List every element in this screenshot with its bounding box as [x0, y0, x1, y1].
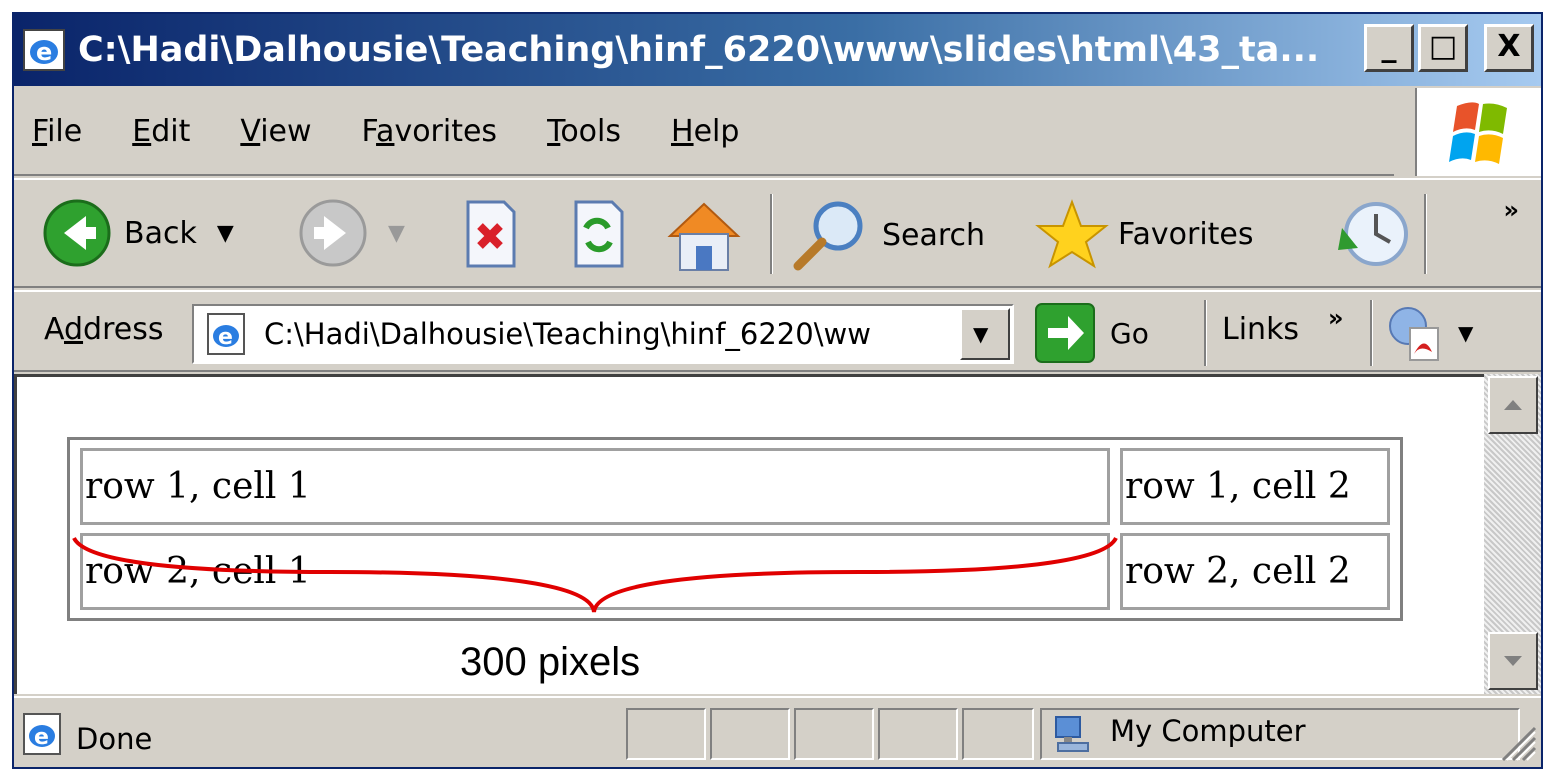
- table-cell: row 1, cell 2: [1120, 448, 1390, 525]
- close-button[interactable]: X: [1484, 24, 1534, 72]
- status-zone-pane: My Computer: [1040, 708, 1520, 760]
- page-icon: e: [207, 313, 245, 355]
- status-text: Done: [76, 722, 153, 756]
- toolbar-overflow-chevron[interactable]: »: [1503, 196, 1519, 224]
- browser-window: e C:\Hadi\Dalhousie\Teaching\hinf_6220\w…: [12, 12, 1543, 769]
- refresh-button[interactable]: [562, 198, 632, 270]
- table-cell: row 2, cell 1: [80, 533, 1110, 610]
- favorites-button[interactable]: Favorites: [1034, 198, 1254, 270]
- title-bar[interactable]: e C:\Hadi\Dalhousie\Teaching\hinf_6220\w…: [14, 14, 1541, 86]
- status-pane: [626, 708, 706, 760]
- windows-logo: [1415, 88, 1541, 176]
- table-row: row 2, cell 1 row 2, cell 2: [80, 533, 1390, 610]
- refresh-icon: [574, 200, 624, 268]
- status-pane: [794, 708, 874, 760]
- address-label: Address: [44, 312, 164, 347]
- favorites-star-icon: [1035, 199, 1109, 269]
- back-arrow-icon: [43, 199, 111, 267]
- svg-text:e: e: [36, 38, 52, 66]
- maximize-button[interactable]: □: [1418, 24, 1468, 72]
- home-button[interactable]: [662, 198, 746, 274]
- menu-tools[interactable]: Tools: [547, 114, 621, 149]
- back-dropdown-icon[interactable]: ▼: [217, 221, 234, 246]
- status-pane: [710, 708, 790, 760]
- search-label: Search: [882, 217, 986, 253]
- page-content: row 1, cell 1 row 1, cell 2 row 2, cell …: [14, 374, 1484, 694]
- forward-button[interactable]: ▼: [298, 198, 405, 268]
- status-pane: [962, 708, 1034, 760]
- width-annotation-label: 300 pixels: [460, 640, 641, 684]
- stop-icon: [466, 200, 516, 268]
- resize-grip-icon[interactable]: [1497, 722, 1537, 762]
- menu-favorites[interactable]: Favorites: [362, 114, 498, 149]
- stop-button[interactable]: [454, 198, 524, 270]
- menu-view[interactable]: View: [240, 114, 311, 149]
- menu-file[interactable]: File: [32, 114, 82, 149]
- menu-edit[interactable]: Edit: [132, 114, 190, 149]
- ie-icon: e: [23, 29, 65, 71]
- go-arrow-icon: [1035, 303, 1095, 363]
- address-dropdown-button[interactable]: ▼: [960, 308, 1010, 360]
- menu-help[interactable]: Help: [671, 114, 739, 149]
- table-cell: row 2, cell 2: [1120, 533, 1390, 610]
- zone-label: My Computer: [1110, 714, 1306, 748]
- svg-text:e: e: [34, 725, 49, 750]
- forward-arrow-icon: [299, 199, 367, 267]
- search-icon: [793, 201, 863, 271]
- toolbar-separator-2: [1424, 194, 1427, 274]
- pdf-icon: [1389, 307, 1439, 361]
- toolbar-separator: [770, 194, 773, 274]
- pdf-dropdown-icon[interactable]: ▼: [1458, 321, 1473, 345]
- home-icon: [667, 202, 741, 271]
- table-row: row 1, cell 1 row 1, cell 2: [80, 448, 1390, 525]
- minimize-button[interactable]: _: [1364, 24, 1414, 72]
- table-cell: row 1, cell 1: [80, 448, 1110, 525]
- vertical-scrollbar[interactable]: [1484, 374, 1541, 694]
- menu-bar: File Edit View Favorites Tools Help: [14, 88, 1394, 176]
- address-bar: Address e C:\Hadi\Dalhousie\Teaching\hin…: [14, 290, 1541, 372]
- address-input[interactable]: e C:\Hadi\Dalhousie\Teaching\hinf_6220\w…: [192, 304, 1014, 364]
- window-title: C:\Hadi\Dalhousie\Teaching\hinf_6220\www…: [78, 30, 1320, 70]
- search-button[interactable]: Search: [790, 198, 985, 272]
- standard-toolbar: Back ▼ ▼ Search Favorites »: [14, 178, 1541, 288]
- scroll-down-button[interactable]: [1488, 632, 1538, 690]
- demo-table: row 1, cell 1 row 1, cell 2 row 2, cell …: [67, 437, 1403, 621]
- favorites-label: Favorites: [1118, 216, 1254, 252]
- chevron-down-icon: ▼: [973, 322, 989, 346]
- go-label: Go: [1110, 316, 1149, 350]
- windows-flag-icon: [1449, 102, 1507, 164]
- address-value: C:\Hadi\Dalhousie\Teaching\hinf_6220\ww: [264, 317, 871, 351]
- history-icon: [1338, 202, 1408, 266]
- links-overflow-chevron[interactable]: »: [1328, 304, 1344, 332]
- status-pane: [878, 708, 958, 760]
- arrow-up-icon: [1504, 400, 1522, 410]
- back-label: Back: [124, 215, 197, 251]
- forward-dropdown-icon[interactable]: ▼: [388, 221, 405, 246]
- ie-page-icon: e: [23, 713, 61, 755]
- address-separator-2: [1370, 300, 1373, 366]
- pdf-tool-button[interactable]: ▼: [1384, 304, 1473, 362]
- computer-icon: [1055, 716, 1089, 752]
- svg-text:e: e: [218, 325, 233, 350]
- back-button[interactable]: Back ▼: [42, 198, 234, 268]
- status-bar: e Done My Computer: [14, 696, 1541, 766]
- links-label[interactable]: Links: [1222, 312, 1299, 347]
- scroll-up-button[interactable]: [1488, 376, 1538, 434]
- address-separator: [1204, 300, 1207, 366]
- go-button[interactable]: Go: [1034, 302, 1149, 364]
- history-button[interactable]: [1332, 198, 1412, 270]
- arrow-down-icon: [1504, 656, 1522, 666]
